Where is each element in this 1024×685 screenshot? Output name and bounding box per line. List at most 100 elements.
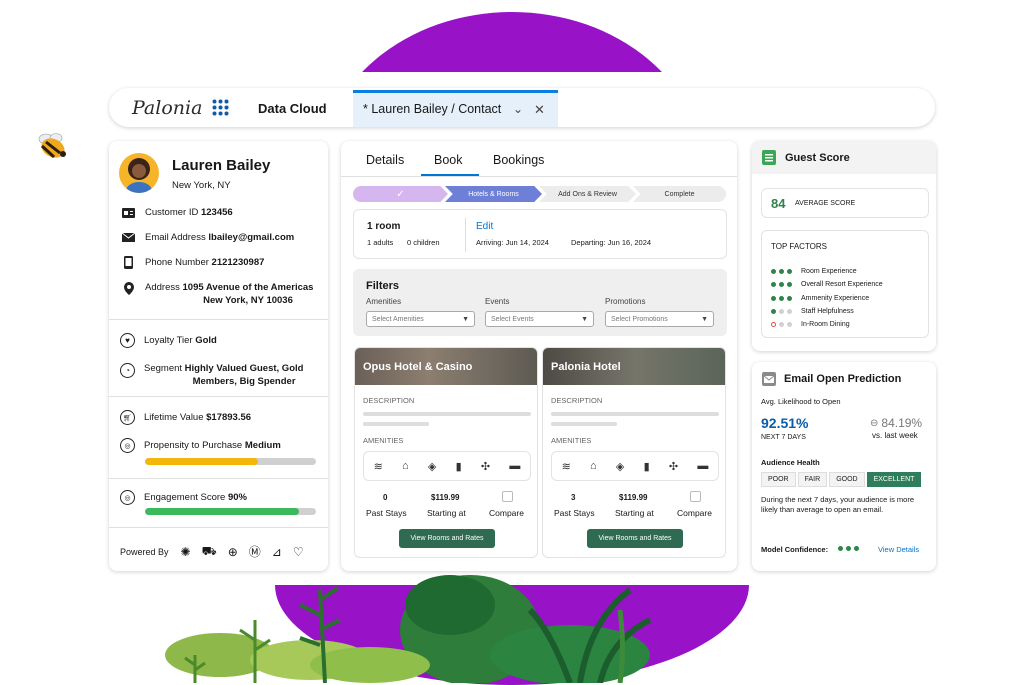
edit-link[interactable]: Edit [476, 221, 493, 232]
logo: Palonia [132, 97, 203, 119]
bee-icon [32, 133, 72, 168]
hotel-name: Palonia Hotel [551, 361, 621, 373]
phone-icon [122, 256, 135, 269]
caret-down-icon: ▼ [701, 315, 708, 323]
address-line2: New York, NY 10036 [203, 295, 293, 306]
app-launcher-icon[interactable] [212, 99, 229, 121]
audience-description: During the next 7 days, your audience is… [761, 495, 914, 514]
search-people-icon[interactable]: ⊕ [228, 545, 238, 559]
plants-illustration [165, 575, 652, 683]
factor-dot [787, 295, 792, 301]
factor-label: Staff Helpfulness [801, 308, 854, 316]
customer-id-row: Customer ID 123456 [122, 207, 233, 218]
tab-contact-label: * Lauren Bailey / Contact [363, 102, 502, 116]
store-icon: ⌂ [402, 460, 409, 472]
contact-card: Lauren Bailey New York, NY Customer ID 1… [109, 141, 328, 571]
past-stays-label: Past Stays [366, 508, 407, 518]
factor-dot [771, 309, 776, 315]
compare-checkbox[interactable] [690, 491, 701, 502]
confidence-dot [846, 546, 851, 551]
arriving-date: Arriving: Jun 14, 2024 [476, 238, 549, 247]
divider [109, 478, 328, 479]
step-addons-review-label: Add Ons & Review [558, 190, 617, 198]
compare-label: Compare [489, 508, 524, 518]
email-value[interactable]: lbailey@gmail.com [208, 232, 294, 243]
view-rooms-button[interactable]: View Rooms and Rates [399, 529, 495, 548]
store-icon: ⌂ [590, 460, 597, 472]
health-chip-poor: POOR [761, 472, 796, 487]
tab-details[interactable]: Details [366, 153, 404, 167]
powered-by-label: Powered By [120, 546, 169, 557]
past-stays-value: 0 [383, 493, 388, 502]
factor-row: Overall Resort Experience [771, 278, 883, 291]
step-completed[interactable]: ✓ [353, 186, 448, 202]
events-placeholder: Select Events [491, 315, 534, 323]
factor-dot [771, 282, 776, 288]
phone-value[interactable]: 2121230987 [212, 257, 265, 268]
amenities-label: Amenities [366, 297, 402, 306]
gaming-icon: ✣ [480, 460, 491, 473]
compare-label: Compare [677, 508, 712, 518]
chart-icon[interactable]: ⊿ [272, 545, 282, 559]
segment-icon: ◔ [120, 363, 135, 378]
amenities-icons: ≋ ⌂ ◈ ▮ ✣ ▬ [363, 451, 531, 481]
amenities-heading: AMENITIES [363, 436, 404, 445]
amenities-select[interactable]: Select Amenities ▼ [366, 311, 475, 327]
cart-icon[interactable]: ⛟ [202, 544, 217, 560]
price-label: Starting at [615, 508, 654, 518]
customer-id-value: 123456 [200, 207, 233, 218]
past-stays-label: Past Stays [554, 508, 595, 518]
engagement-label: Engagement Score [144, 492, 226, 503]
events-select[interactable]: Select Events ▼ [485, 311, 594, 327]
model-confidence-label: Model Confidence: [761, 545, 829, 554]
address-line1: 1095 Avenue of the Americas [182, 282, 314, 293]
room-count: 1 room [367, 221, 401, 232]
factor-dot [787, 269, 792, 275]
engagement-bar-fill [145, 508, 299, 515]
cards-icon: ▮ [643, 460, 650, 473]
ltv-label: Lifetime Value [144, 412, 204, 423]
engagement-row: ◎ Engagement Score 90% [120, 490, 247, 505]
compare-checkbox[interactable] [502, 491, 513, 502]
view-rooms-button-label: View Rooms and Rates [598, 535, 672, 542]
step-hotels-rooms[interactable]: Hotels & Rooms [445, 186, 542, 202]
health-chip-good: GOOD [829, 472, 865, 487]
chevron-down-icon[interactable]: ⌄ [513, 102, 523, 116]
segment-row: ◔ Segment Highly Valued Guest, Gold Memb… [120, 363, 303, 387]
factor-label: Overall Resort Experience [801, 281, 883, 289]
heart-icon[interactable]: ♡ [293, 545, 304, 559]
close-icon[interactable]: ✕ [534, 102, 545, 118]
filters-panel: Filters Amenities Select Amenities ▼ Even… [353, 269, 727, 336]
tab-contact[interactable]: * Lauren Bailey / Contact ⌄ ✕ [353, 90, 558, 127]
m-badge-icon[interactable]: Ⓜ [249, 543, 261, 560]
next-7-days-label: NEXT 7 DAYS [761, 434, 806, 441]
price-label: Starting at [427, 508, 466, 518]
segment-label: Segment [144, 363, 183, 374]
vs-last-week-label: vs. last week [872, 431, 918, 440]
avg-likelihood-label: Avg. Likelihood to Open [761, 397, 841, 406]
placeholder-line [551, 422, 617, 426]
loyalty-row: ♥ Loyalty Tier Gold [120, 333, 217, 348]
factor-dot [779, 309, 784, 315]
sparkle-icon[interactable]: ✺ [181, 545, 191, 559]
factor-dot [779, 295, 784, 301]
factor-dot [779, 322, 784, 328]
tab-book[interactable]: Book [434, 153, 463, 167]
view-details-link[interactable]: View Details [878, 545, 919, 554]
health-chip-excellent: EXCELLENT [866, 472, 922, 487]
price-value: $119.99 [431, 493, 460, 502]
factor-dot [787, 282, 792, 288]
wifi-icon: ≋ [373, 460, 383, 473]
email-label: Email Address [145, 232, 206, 243]
powered-by-row: Powered By ✺ ⛟ ⊕ Ⓜ ⊿ ♡ [120, 543, 304, 560]
location-pin-icon [122, 282, 135, 295]
promotions-select[interactable]: Select Promotions ▼ [605, 311, 714, 327]
step-addons-review[interactable]: Add Ons & Review [539, 186, 636, 202]
average-score-box: 84 AVERAGE SCORE [761, 188, 929, 218]
factor-dot [787, 309, 792, 315]
step-complete[interactable]: Complete [633, 186, 726, 202]
tab-bookings[interactable]: Bookings [493, 153, 544, 167]
email-row: Email Address lbailey@gmail.com [122, 232, 294, 243]
previous-percentage-value: 84.19% [881, 416, 923, 430]
view-rooms-button[interactable]: View Rooms and Rates [587, 529, 683, 548]
